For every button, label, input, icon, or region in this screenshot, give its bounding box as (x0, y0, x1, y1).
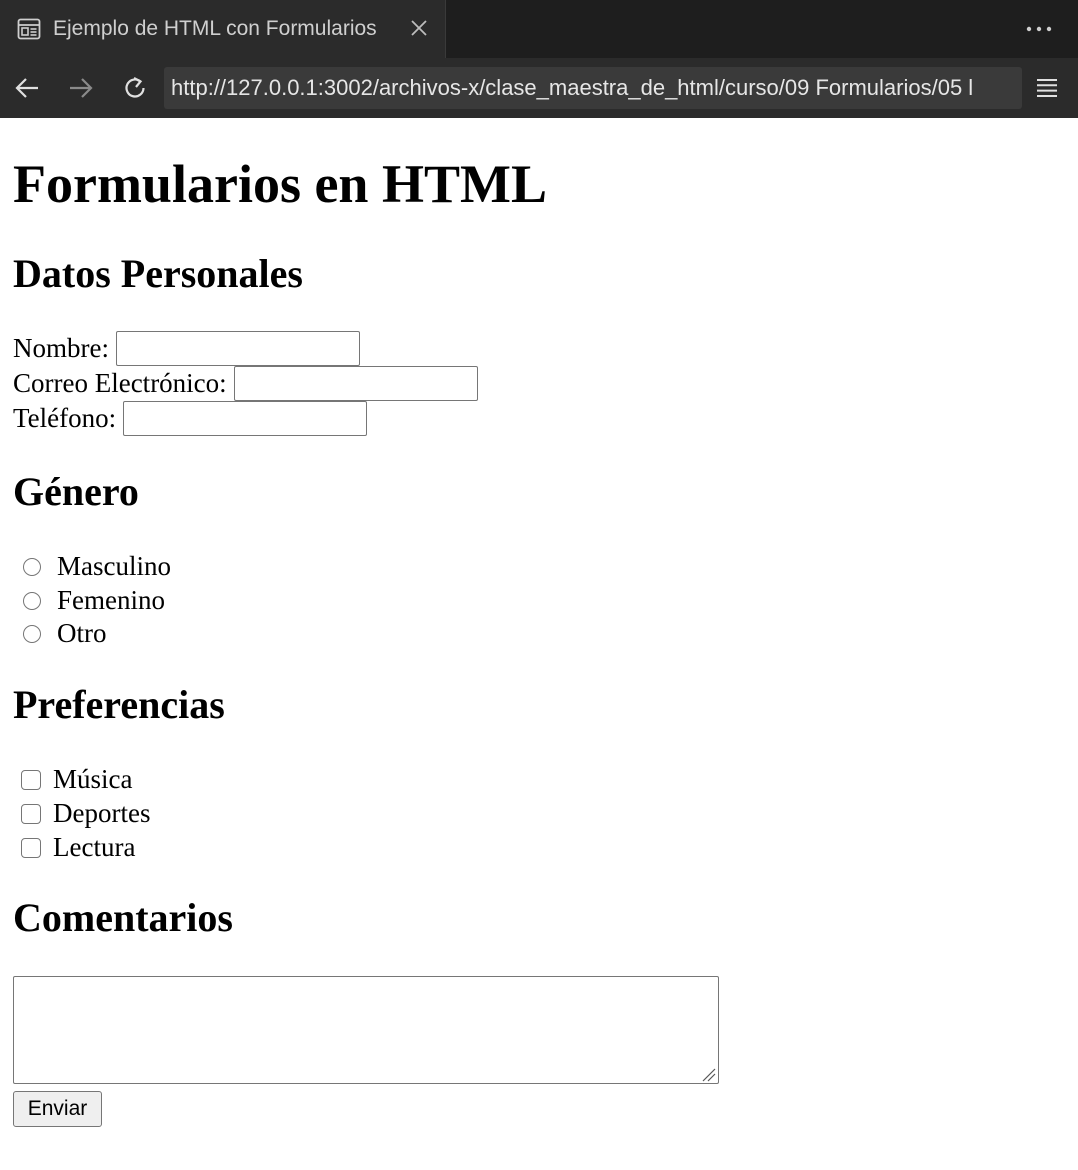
more-icon[interactable] (1024, 14, 1054, 44)
name-row: Nombre: (13, 331, 360, 366)
preferences-heading: Preferencias (13, 682, 225, 727)
back-icon[interactable] (12, 73, 42, 103)
radio-otro[interactable] (23, 624, 41, 643)
resize-grip-icon[interactable] (700, 1066, 716, 1082)
submit-button[interactable]: Enviar (13, 1091, 102, 1127)
preference-option-musica[interactable]: Música (13, 764, 132, 795)
navigation-bar (0, 58, 1078, 118)
page-icon (17, 17, 41, 41)
email-row: Correo Electrónico: (13, 366, 478, 401)
forward-icon[interactable] (66, 73, 96, 103)
tab-bar: Ejemplo de HTML con Formularios (0, 0, 1078, 58)
phone-label: Teléfono: (13, 403, 117, 433)
gender-heading: Género (13, 469, 139, 514)
checkbox-deportes[interactable] (21, 803, 41, 824)
radio-masculino[interactable] (23, 557, 41, 576)
personal-data-heading: Datos Personales (13, 251, 303, 296)
email-input[interactable] (233, 366, 478, 401)
radio-label: Femenino (57, 585, 165, 615)
menu-icon[interactable] (1032, 73, 1062, 103)
phone-row: Teléfono: (13, 401, 368, 436)
email-label: Correo Electrónico: (13, 368, 227, 398)
radio-label: Masculino (57, 551, 171, 581)
close-icon[interactable] (407, 16, 431, 40)
url-input[interactable] (171, 75, 1022, 101)
page-title: Formularios en HTML (13, 154, 547, 214)
preference-option-deportes[interactable]: Deportes (13, 798, 150, 829)
tab-title: Ejemplo de HTML con Formularios (53, 17, 377, 40)
checkbox-label: Lectura (53, 832, 136, 862)
comments-heading: Comentarios (13, 895, 233, 940)
address-bar[interactable] (164, 67, 1022, 109)
checkbox-label: Deportes (53, 798, 151, 828)
name-input[interactable] (115, 331, 360, 366)
checkbox-musica[interactable] (21, 769, 41, 790)
phone-input[interactable] (123, 401, 368, 436)
preference-option-lectura[interactable]: Lectura (13, 832, 135, 863)
checkbox-label: Música (53, 764, 133, 794)
browser-tab[interactable]: Ejemplo de HTML con Formularios (0, 0, 446, 58)
gender-option-masculino[interactable]: Masculino (13, 551, 171, 582)
checkbox-lectura[interactable] (21, 837, 41, 858)
gender-option-femenino[interactable]: Femenino (13, 585, 165, 616)
radio-femenino[interactable] (23, 591, 41, 610)
gender-option-otro[interactable]: Otro (13, 618, 107, 649)
comments-textarea[interactable] (13, 976, 719, 1084)
reload-icon[interactable] (120, 73, 150, 103)
name-label: Nombre: (13, 333, 109, 363)
radio-label: Otro (57, 618, 107, 648)
